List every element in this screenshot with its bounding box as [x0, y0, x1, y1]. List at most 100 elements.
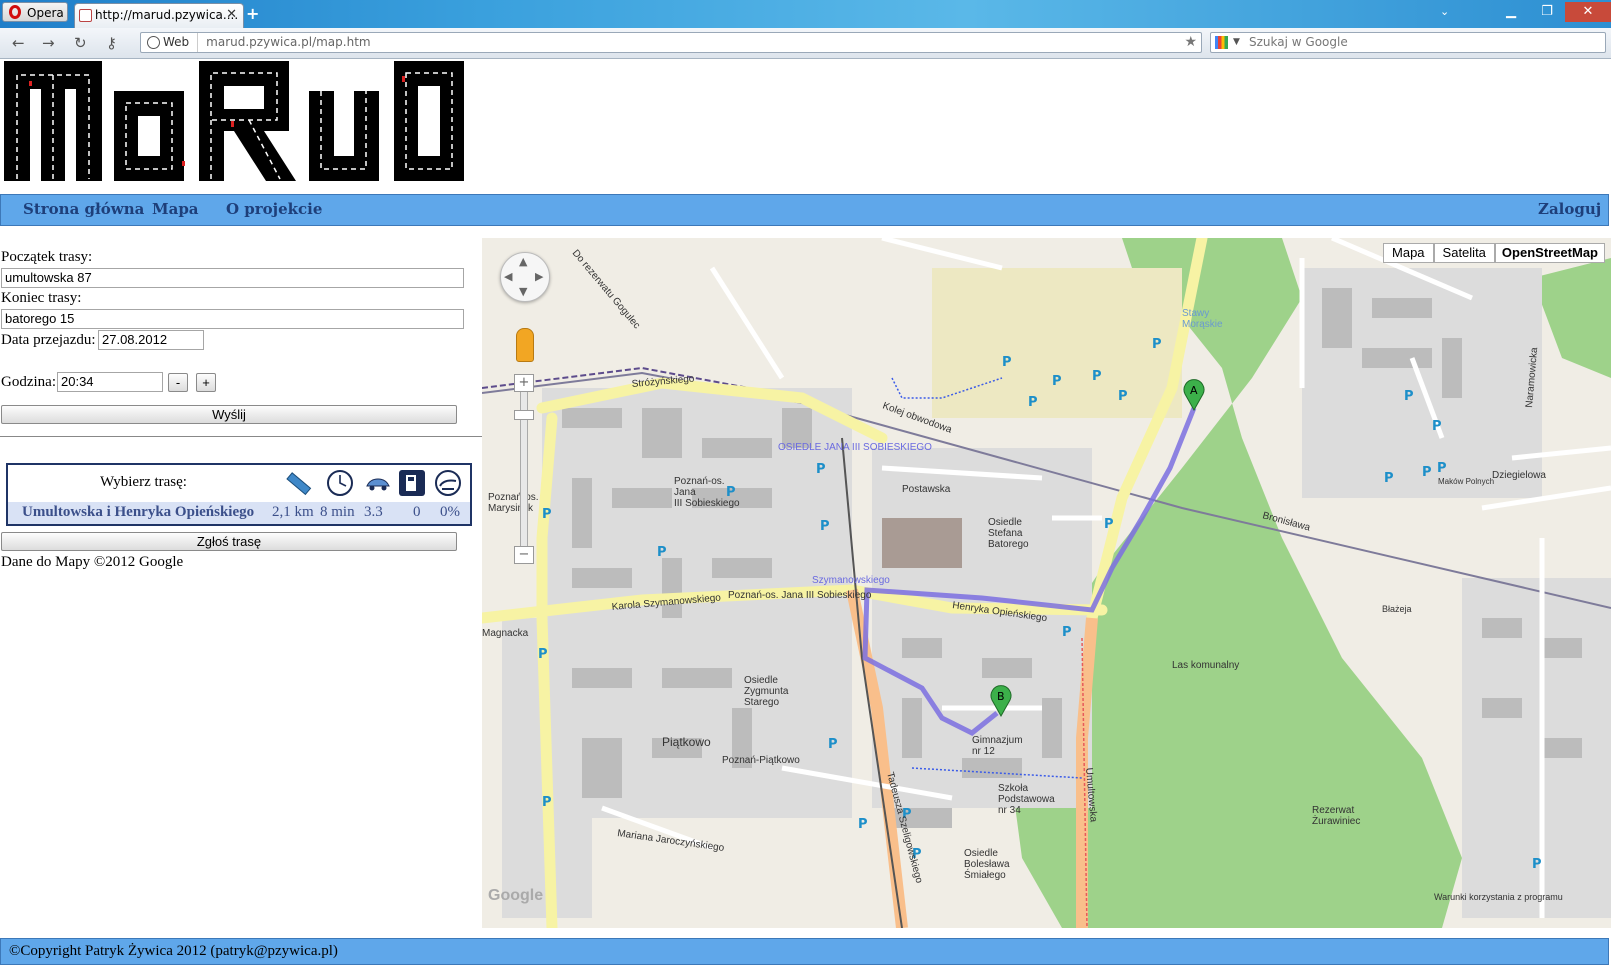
- new-tab-button[interactable]: +: [246, 4, 259, 23]
- fuel-pump-icon: [399, 470, 425, 496]
- svg-text:P: P: [1002, 355, 1012, 370]
- route-fuel: 0: [413, 504, 421, 520]
- search-placeholder: Szukaj w Google: [1249, 35, 1348, 49]
- svg-text:P: P: [1432, 419, 1442, 434]
- svg-text:P: P: [816, 462, 826, 477]
- window-controls: ▁ ❐ ✕: [1493, 0, 1611, 22]
- label-piatkowo: Piątkowo: [662, 735, 711, 749]
- label-marysin: Poznań-os. Marysińsk: [488, 492, 539, 514]
- svg-text:P: P: [820, 519, 830, 534]
- map-type-osm[interactable]: OpenStreetMap: [1494, 243, 1605, 263]
- nav-about-link[interactable]: O projekcie: [226, 200, 322, 218]
- close-tab-icon[interactable]: ✕: [226, 4, 237, 26]
- key-icon[interactable]: ⚷: [106, 34, 117, 52]
- end-input[interactable]: batorego 15: [1, 309, 464, 329]
- submit-button[interactable]: Wyślij: [1, 405, 457, 424]
- ruler-icon: [286, 472, 312, 496]
- svg-text:P: P: [1532, 857, 1542, 872]
- site-info-badge[interactable]: Web: [141, 33, 199, 52]
- reload-icon[interactable]: ↻: [74, 34, 87, 52]
- opera-menu-button[interactable]: Opera: [2, 2, 68, 22]
- map-canvas[interactable]: PP PP PP PPP PPP PPPPPPP PPP P PP OSIEDLE JAN…: [482, 238, 1611, 928]
- end-label: Koniec trasy:: [1, 290, 82, 306]
- marker-a[interactable]: A: [1183, 379, 1205, 412]
- zoom-out-button[interactable]: −: [514, 546, 534, 564]
- marker-a-label: A: [1190, 384, 1198, 397]
- time-plus-button[interactable]: +: [196, 373, 216, 392]
- route-map[interactable]: PPPPPP PPPPPP PPPPPPP PPPPPP OSIEDLE JAN…: [482, 238, 1611, 928]
- nav-home-link[interactable]: Strona główna: [23, 200, 144, 218]
- pan-down-icon[interactable]: ▼: [519, 285, 527, 298]
- svg-text:P: P: [1104, 517, 1114, 532]
- label-magnacka: Magnacka: [482, 628, 529, 639]
- label-las-komunalny: Las komunalny: [1172, 660, 1239, 671]
- svg-text:P: P: [538, 647, 548, 662]
- opera-menu-label: Opera: [27, 6, 64, 20]
- google-watermark: Google: [488, 887, 543, 904]
- route-table: Wybierz trasę: Umultowska i Henryka Opie…: [6, 463, 472, 526]
- time-input[interactable]: 20:34: [57, 372, 163, 392]
- emission-icon: [435, 470, 461, 496]
- site-info-label: Web: [163, 35, 190, 49]
- route-time: 8 min: [320, 504, 355, 520]
- street-view-pegman-icon[interactable]: [516, 328, 534, 362]
- zoom-handle[interactable]: [514, 410, 534, 420]
- date-input[interactable]: 27.08.2012: [98, 330, 204, 350]
- zoom-in-button[interactable]: +: [514, 374, 534, 392]
- start-input[interactable]: umultowska 87: [1, 268, 464, 288]
- pan-left-icon[interactable]: ◀: [504, 270, 512, 283]
- search-field[interactable]: ▼ Szukaj w Google: [1210, 32, 1606, 53]
- browser-tab[interactable]: http://marud.pzywica.... ✕: [74, 3, 244, 28]
- search-engine-dropdown-icon[interactable]: ▼: [1233, 33, 1240, 52]
- label-osiedle-sobieskiego: OSIEDLE JANA III SOBIESKIEGO: [778, 442, 932, 453]
- svg-text:P: P: [1422, 465, 1432, 480]
- svg-text:P: P: [858, 817, 868, 832]
- zoom-slider[interactable]: [520, 374, 528, 556]
- tab-menu-chevron-icon[interactable]: ⌄: [1440, 5, 1449, 18]
- back-icon[interactable]: ←: [12, 34, 25, 52]
- page-favicon-icon: [79, 9, 92, 22]
- marud-logo: [4, 61, 464, 181]
- label-dziegielowa: Dziegielowa: [1492, 470, 1546, 481]
- marker-b-label: B: [997, 690, 1005, 703]
- bookmark-star-icon[interactable]: ★: [1184, 33, 1197, 52]
- route-distance: 2,1 km: [272, 504, 314, 520]
- map-type-satellite[interactable]: Satelita: [1433, 243, 1495, 263]
- label-postawska: Postawska: [902, 484, 951, 495]
- route-name[interactable]: Umultowska i Henryka Opieńskiego: [22, 504, 254, 521]
- forward-icon[interactable]: →: [42, 34, 55, 52]
- pan-right-icon[interactable]: ▶: [535, 270, 543, 283]
- tab-title: http://marud.pzywica....: [95, 8, 239, 22]
- nav-map-link[interactable]: Mapa: [152, 200, 199, 218]
- route-traffic: 3.3: [364, 504, 383, 520]
- report-route-button[interactable]: Zgłoś trasę: [1, 532, 457, 551]
- address-field[interactable]: Web marud.pzywica.pl/map.htm ★: [140, 32, 1202, 53]
- restore-icon[interactable]: ❐: [1529, 2, 1565, 22]
- pan-control[interactable]: ▲ ▼ ◀ ▶: [500, 252, 550, 302]
- map-type-map[interactable]: Mapa: [1383, 243, 1434, 263]
- separator: [0, 436, 482, 437]
- nav-login-link[interactable]: Zaloguj: [1538, 200, 1601, 218]
- pan-up-icon[interactable]: ▲: [519, 255, 527, 268]
- label-osiedle-smialego: Osiedle Bolesława Śmiałego: [964, 848, 1010, 881]
- svg-text:P: P: [1384, 471, 1394, 486]
- time-label: Godzina:: [1, 374, 56, 390]
- svg-text:P: P: [1404, 389, 1414, 404]
- svg-text:P: P: [657, 545, 667, 560]
- label-poznan-piatkowo: Poznań-Piątkowo: [722, 755, 800, 766]
- browser-tab-bar: Opera http://marud.pzywica.... ✕ + ⌄ ▁ ❐ ✕: [0, 0, 1611, 28]
- address-bar-area: ← → ↻ ⚷ Web marud.pzywica.pl/map.htm ★ ▼ …: [0, 28, 1611, 59]
- label-do-rezerwatu: Do rezerwatu Gogulec: [570, 248, 642, 331]
- start-label: Początek trasy:: [1, 249, 93, 265]
- time-minus-button[interactable]: -: [168, 373, 188, 392]
- svg-text:P: P: [1062, 625, 1072, 640]
- svg-text:P: P: [1118, 389, 1128, 404]
- main-nav: Strona główna Mapa O projekcie Zaloguj: [0, 194, 1609, 226]
- close-window-icon[interactable]: ✕: [1565, 2, 1611, 22]
- date-label: Data przejazdu:: [1, 332, 96, 348]
- map-credit: Dane do Mapy ©2012 Google: [1, 554, 184, 570]
- route-row[interactable]: Umultowska i Henryka Opieńskiego 2,1 km …: [8, 502, 470, 524]
- clock-icon: [327, 470, 353, 496]
- minimize-icon[interactable]: ▁: [1493, 2, 1529, 22]
- route-table-title: Wybierz trasę:: [100, 474, 187, 490]
